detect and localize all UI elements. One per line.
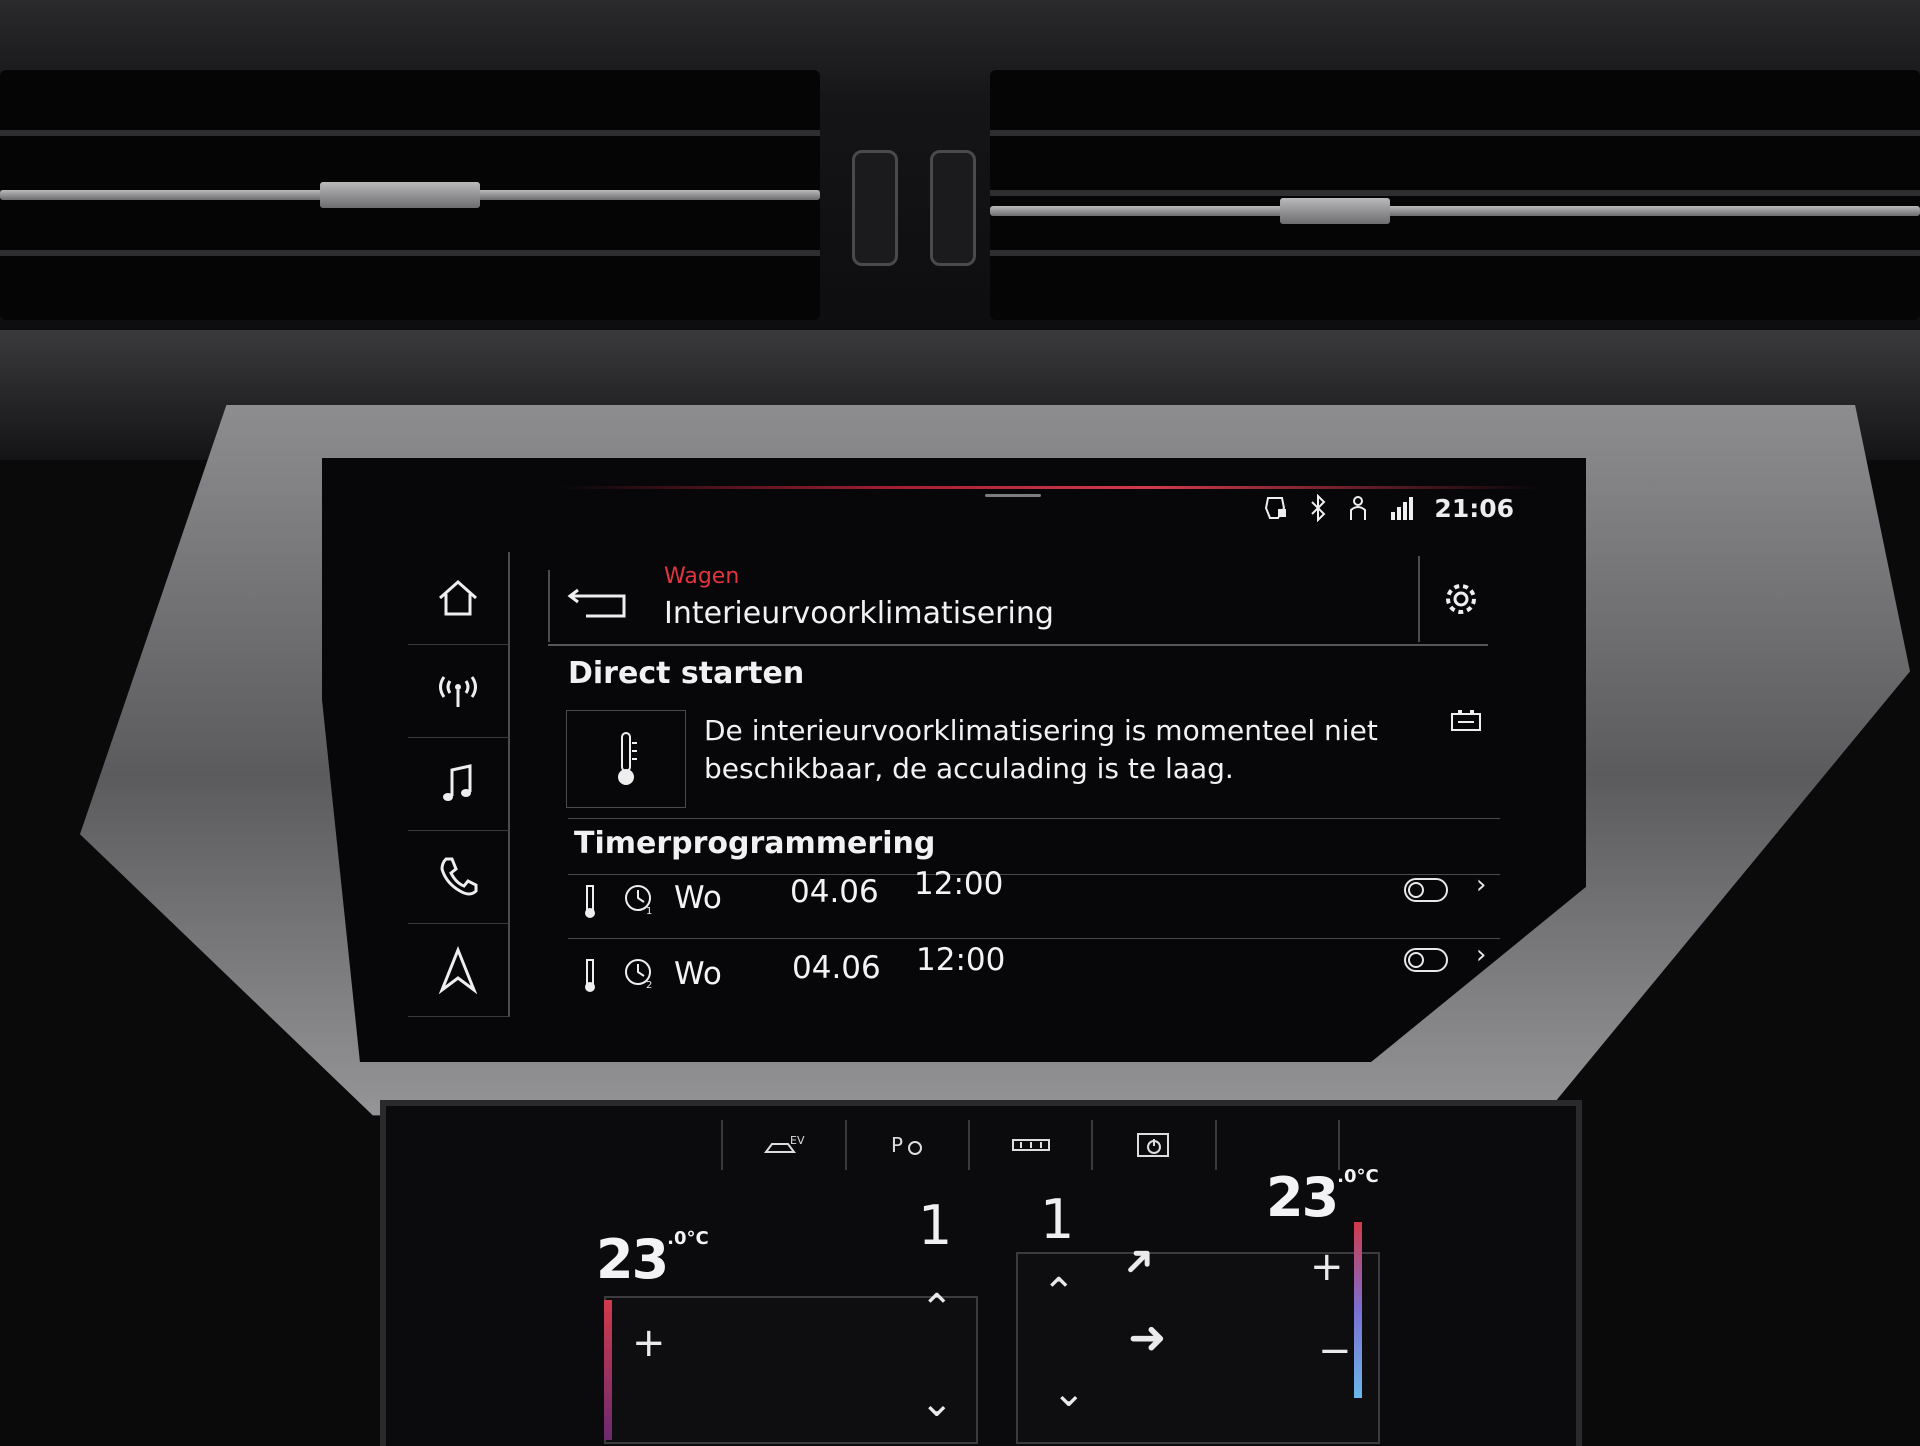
ev-label: EV [790,1134,805,1147]
temp-increase-button[interactable]: + [1310,1244,1344,1290]
temp-increase-button[interactable]: + [632,1320,666,1366]
bluetooth-icon [1304,494,1332,522]
unavailable-message: De interieurvoorklimatisering is momente… [704,714,1378,785]
right-temp-scale [1354,1222,1362,1398]
parking-heater-icon: P [891,1133,923,1157]
side-navigation [408,552,510,1017]
thermometer-icon [585,959,595,992]
toggle-knob [1408,882,1424,898]
person-icon [1346,494,1374,522]
climate-tab[interactable] [600,1120,724,1170]
nav-media[interactable] [408,738,510,831]
nav-navigation[interactable] [408,924,510,1017]
right-air-vent [990,70,1920,320]
temp-decrease-button[interactable]: − [1318,1328,1352,1374]
timer-toggle[interactable] [1404,878,1448,902]
airflow-direction-icon[interactable]: ➜ [1128,1310,1167,1364]
power-icon [1136,1133,1169,1157]
direct-start-tile[interactable] [566,710,686,808]
timer-day: Wo [674,880,722,916]
pull-down-handle[interactable] [985,494,1041,497]
vent-dial [930,150,976,266]
timer-date: 04.06 [792,950,881,986]
temp-unit: °C [1356,1166,1379,1187]
left-fan-level[interactable]: 1 [918,1194,952,1257]
breadcrumb[interactable]: Wagen [664,564,739,589]
chevron-right-icon[interactable]: › [1476,870,1486,900]
climate-tab-parking-heater[interactable]: P [847,1120,970,1170]
toggle-knob [1408,952,1424,968]
page-title: Interieurvoorklimatisering [664,596,1054,631]
right-fan-level[interactable]: 1 [1040,1188,1074,1251]
chevron-right-icon[interactable]: › [1476,940,1486,970]
nav-home[interactable] [408,552,510,645]
back-arrow-icon [567,588,626,618]
back-button[interactable] [548,570,646,642]
airflow-up-button[interactable]: ⌃ [1042,1270,1076,1316]
timer-clock-icon: 2 [625,959,652,990]
climate-tab[interactable] [1217,1120,1340,1170]
svg-text:P: P [891,1133,903,1157]
right-temperature[interactable]: 23.0°C [1266,1166,1379,1229]
left-temperature[interactable]: 23.0°C [596,1228,709,1291]
section-divider [568,818,1500,819]
temp-decimal: .0 [667,1228,687,1249]
climate-tab-bar: EV P [600,1120,1340,1170]
nav-radio[interactable] [408,645,510,738]
timer-time: 12:00 [916,942,1006,978]
infotainment-display: 21:06 Wagen Interieurvoorklimatisering D… [400,480,1550,1040]
thermometer-icon [618,732,637,785]
timer-day: Wo [674,956,722,992]
page-header: Wagen Interieurvoorklimatisering [548,560,1488,646]
airflow-down-button[interactable]: ⌄ [920,1380,954,1426]
timer-date: 04.06 [790,874,879,910]
temp-decimal: .0 [1337,1166,1357,1187]
left-temp-value: 23 [596,1228,669,1291]
music-icon [443,764,472,801]
gear-icon [1446,584,1476,614]
climate-tab-power[interactable] [1093,1120,1217,1170]
climate-tab-ev[interactable]: EV [723,1120,847,1170]
ev-car-icon: EV [763,1134,805,1153]
timer-number: 2 [646,980,652,990]
battery-warning-icon [1451,710,1481,731]
left-temp-scale [604,1300,612,1440]
settings-button[interactable] [1418,556,1502,642]
phone-icon [440,857,478,896]
timer-row-2[interactable]: 2 Wo 04.06 12:00 › [570,934,1500,1004]
signal-icon [1388,494,1416,522]
car-lock-icon [1262,494,1290,522]
vent-dial [852,150,898,266]
timer-section-title: Timerprogrammering [574,826,936,861]
airflow-down-button[interactable]: ⌄ [1052,1370,1086,1416]
status-bar: 21:06 [1262,488,1514,528]
direct-start-title: Direct starten [568,656,805,691]
timer-row-1[interactable]: 1 Wo 04.06 12:00 › [570,860,1500,930]
timer-clock-icon: 1 [625,885,652,916]
temp-unit: °C [686,1228,709,1249]
right-temp-value: 23 [1266,1166,1339,1229]
radio-icon [439,676,477,707]
left-air-vent [0,70,820,320]
air-vent-area [0,0,1920,340]
thermometer-icon [585,885,595,918]
airflow-up-button[interactable]: ⌃ [920,1286,954,1332]
home-icon [439,579,477,616]
timer-toggle[interactable] [1404,948,1448,972]
timer-time: 12:00 [914,866,1004,902]
seat-heating-icon [1011,1139,1050,1151]
navigation-icon [438,946,478,994]
clock: 21:06 [1434,493,1514,523]
timer-number: 1 [646,906,652,916]
nav-phone[interactable] [408,831,510,924]
climate-tab-seat-heating[interactable] [970,1120,1094,1170]
